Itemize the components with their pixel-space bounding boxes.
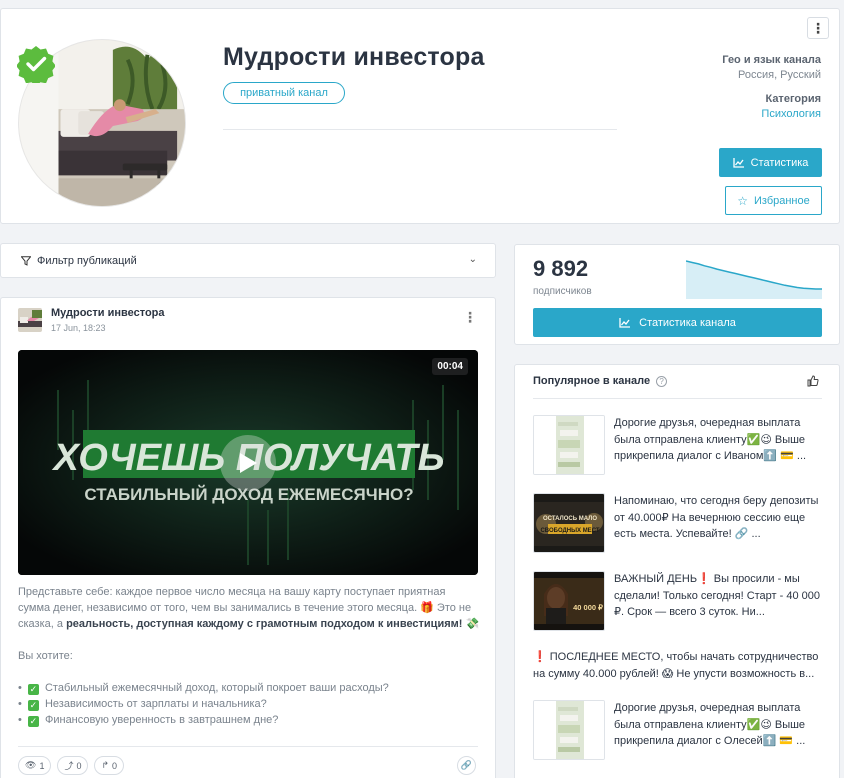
subscribers-label: подписчиков [533,286,592,297]
private-channel-badge: приватный канал [223,82,345,104]
check-icon: ✓ [27,700,39,711]
chevron-down-icon: ⌄ [468,254,477,265]
popular-post-text: Дорогие друзья, очередная выплата была о… [614,702,806,747]
popular-post-thumbnail [533,415,605,475]
channel-title: Мудрости инвестора [223,43,485,71]
statistics-button-label: Статистика [750,156,809,169]
help-icon[interactable]: ? [656,375,668,387]
popular-posts-card: Популярное в канале ? Дорогие друзья, оч… [514,364,840,778]
popular-post-item[interactable]: ОСТАЛОСЬ МАЛО СВОБОДНЫХ МЕСТ Напоминаю, ч… [533,493,822,555]
popular-post-text: Дорогие друзья, очередная выплата была о… [614,417,807,462]
popular-title-row: Популярное в канале ? [533,375,668,387]
post-author-avatar[interactable] [18,308,42,332]
thumbs-up-icon[interactable] [807,375,819,387]
thumb-caption: 40 000 ₽ [573,603,603,612]
header-more-menu-button[interactable]: ⋮ [807,17,829,39]
share-icon: ⤴ [64,761,74,771]
forwards-count: 0 [112,760,118,771]
post-paragraph-1-tail: 💸 [462,618,480,630]
header-divider [223,129,617,130]
geo-language-block: Гео и язык канала Россия, Русский [722,54,821,81]
play-icon[interactable] [220,435,276,491]
chart-icon [619,317,631,328]
channel-statistics-label: Статистика канала [639,316,736,329]
favorite-button[interactable]: ☆ Избранное [725,186,822,215]
post-paragraph-1-bold: реальность, доступная каждому с грамотны… [66,618,463,630]
verified-badge-icon [16,45,56,86]
popular-post-item[interactable]: 40 000 ₽ ВАЖНЫЙ ДЕНЬ❗ Вы просили - мы сд… [533,571,822,633]
video-duration: 00:04 [432,358,468,375]
eye-icon: 👁 [25,760,37,770]
check-icon: ✓ [27,684,39,695]
shares-count: 0 [76,760,82,771]
filter-label-row: Фильтр публикаций [21,255,137,267]
thumb-caption: СВОБОДНЫХ МЕСТ [540,528,599,534]
channel-statistics-button[interactable]: Статистика канала [533,308,822,337]
chart-icon [732,157,744,168]
category-label: Категория [765,93,821,105]
popular-post-thumbnail: 40 000 ₽ [533,571,605,631]
statistics-button[interactable]: Статистика [719,148,822,177]
filter-icon [21,256,31,266]
views-counter[interactable]: 👁 1 [18,756,52,775]
bullet-text: Независимость от зарплаты и начальника? [44,698,267,710]
star-icon: ☆ [737,193,748,208]
shares-counter[interactable]: ⤴ 0 [57,756,89,775]
views-count: 1 [39,760,45,771]
list-item: • ✓ Независимость от зарплаты и начальни… [18,698,267,711]
copy-link-button[interactable]: 🔗 [457,756,476,775]
popular-post-text: Напоминаю, что сегодня беру депозиты от … [614,495,819,540]
favorite-button-label: Избранное [754,194,810,207]
subscribers-sparkline [686,260,822,299]
bullet-text: Финансовую уверенность в завтрашнем дне? [44,714,279,726]
popular-post-item[interactable]: ❗ ПОСЛЕДНЕЕ МЕСТО, чтобы начать сотрудни… [533,649,822,685]
forward-icon: ↱ [101,760,110,770]
subscribers-count: 9 892 [533,256,589,281]
popular-post-thumbnail [533,700,605,760]
popular-post-item[interactable]: Дорогие друзья, очередная выплата была о… [533,415,822,477]
bullet-text: Стабильный ежемесячный доход, который по… [44,682,389,694]
popular-post-item[interactable]: Дорогие друзья, очередная выплата была о… [533,700,822,762]
publication-filter[interactable]: Фильтр публикаций ⌄ [0,243,496,278]
popular-post-thumbnail: ОСТАЛОСЬ МАЛО СВОБОДНЫХ МЕСТ [533,493,605,553]
post-paragraph-2: Вы хотите: [18,650,73,662]
geo-value: Россия, Русский [738,69,821,81]
post-author-name[interactable]: Мудрости инвестора [51,307,165,319]
popular-post-text: ❗ ПОСЛЕДНЕЕ МЕСТО, чтобы начать сотрудни… [533,651,819,680]
category-block: Категория Психология [761,93,821,120]
category-link[interactable]: Психология [761,108,821,120]
filter-label: Фильтр публикаций [37,255,137,267]
post-card: Мудрости инвестора 17 Jun, 18:23 ⋮ ХОЧЕШ… [0,297,496,778]
subscribers-card: 9 892 подписчиков Статистика канала [514,244,840,345]
post-video[interactable]: ХОЧЕШЬ ПОЛУЧАТЬ СТАБИЛЬНЫЙ ДОХОД ЕЖЕМЕСЯ… [18,350,478,575]
check-icon: ✓ [27,716,39,727]
channel-header-card: Мудрости инвестора приватный канал ⋮ Гео… [0,8,840,224]
forwards-counter[interactable]: ↱ 0 [94,756,125,775]
popular-divider [533,398,822,399]
link-icon: 🔗 [460,760,473,770]
post-text: Представьте себе: каждое первое число ме… [18,584,480,728]
post-more-menu-button[interactable]: ⋮ [463,310,477,324]
list-item: • ✓ Финансовую уверенность в завтрашнем … [18,714,279,727]
list-item: • ✓ Стабильный ежемесячный доход, которы… [18,682,389,695]
post-stats: 👁 1 ⤴ 0 ↱ 0 [18,756,125,775]
post-footer-divider [18,746,478,747]
popular-post-text: ВАЖНЫЙ ДЕНЬ❗ Вы просили - мы сделали! То… [614,573,821,618]
popular-title: Популярное в канале [533,375,651,387]
geo-label: Гео и язык канала [722,54,821,66]
post-date: 17 Jun, 18:23 [51,323,106,333]
thumb-caption: ОСТАЛОСЬ МАЛО [543,516,597,522]
